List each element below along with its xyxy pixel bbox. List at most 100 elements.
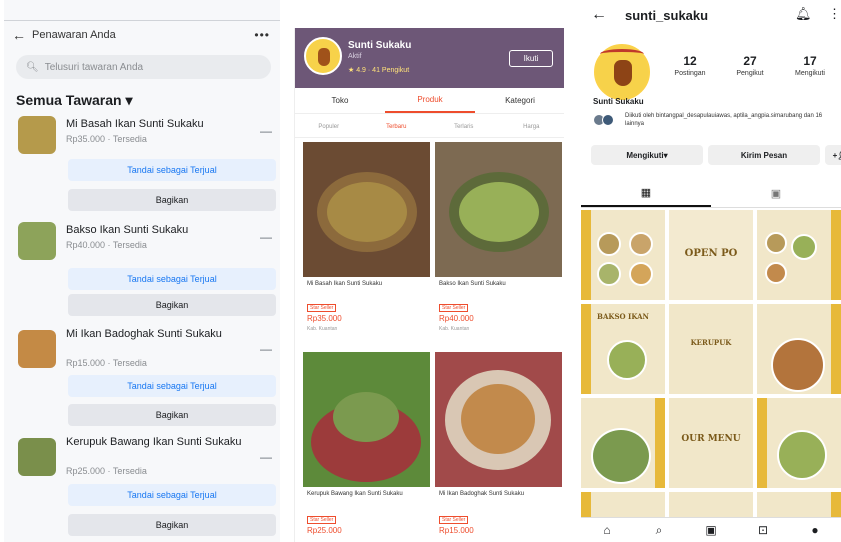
shop-tabs: Toko Produk Kategori: [295, 88, 564, 114]
post-tile[interactable]: BAKSO IKAN: [581, 304, 665, 394]
tab-shop[interactable]: Toko: [295, 88, 385, 113]
back-arrow-icon[interactable]: ←: [12, 27, 26, 43]
shop-rating: ★ 4.9 · 41 Pengikut: [348, 67, 410, 74]
instagram-panel: ← sunti_sukaku 🔔︎ ⋮ 12 Postingan 27 Peng…: [581, 0, 841, 542]
post-tile[interactable]: [581, 210, 665, 300]
sort-bar: Populer Terbaru Terlaris Harga: [295, 116, 564, 138]
product-image: [435, 142, 562, 277]
add-person-button[interactable]: +👤︎: [825, 145, 841, 165]
search-input[interactable]: 🔍︎ Telusuri tawaran Anda: [16, 55, 271, 79]
followers-count[interactable]: 27 Pengikut: [720, 54, 780, 77]
follow-button[interactable]: Ikuti: [509, 50, 553, 67]
listing-subtitle: Rp40.000 · Tersedia: [66, 240, 147, 250]
product-image: [435, 352, 562, 487]
bottom-nav: ⌂ ⌕ ▣ ⊡ ●: [581, 517, 841, 542]
product-location: Kab. Kuantan: [439, 326, 470, 332]
post-tile[interactable]: [757, 398, 841, 488]
home-icon[interactable]: ⌂: [581, 518, 633, 542]
sort-bestselling[interactable]: Terlaris: [430, 116, 498, 137]
tagged-icon[interactable]: ▣: [711, 180, 841, 207]
sort-price[interactable]: Harga: [498, 116, 565, 137]
post-tile[interactable]: OPEN PO: [669, 210, 753, 300]
page-title: Penawaran Anda: [32, 29, 116, 41]
share-button[interactable]: Bagikan: [68, 189, 276, 211]
search-icon: 🔍︎: [26, 61, 39, 73]
avatar[interactable]: [594, 44, 650, 100]
tab-products[interactable]: Produk: [385, 88, 475, 113]
product-price: Rp25.000: [307, 526, 342, 535]
product-image: [303, 352, 430, 487]
mutual-avatars: [593, 112, 621, 128]
mark-sold-button[interactable]: Tandai sebagai Terjual: [68, 484, 276, 506]
listing-thumbnail: [18, 116, 56, 154]
following-button[interactable]: Mengikuti ▾: [591, 145, 703, 165]
product-name: Mi Basah Ikan Sunti Sukaku: [307, 281, 383, 287]
mark-sold-button[interactable]: Tandai sebagai Terjual: [68, 375, 276, 397]
sort-latest[interactable]: Terbaru: [363, 116, 431, 137]
post-caption: OUR MENU: [681, 434, 741, 444]
product-card[interactable]: Kerupuk Bawang Ikan Sunti Sukaku Star Se…: [303, 352, 430, 542]
listing-thumbnail: [18, 222, 56, 260]
marketplace-header: ← Penawaran Anda •••: [4, 22, 280, 48]
listing-thumbnail: [18, 330, 56, 368]
post-caption: KERUPUK: [690, 338, 732, 347]
mark-sold-button[interactable]: Tandai sebagai Terjual: [68, 268, 276, 290]
following-count[interactable]: 17 Mengikuti: [780, 54, 840, 77]
share-button[interactable]: Bagikan: [68, 514, 276, 536]
post-caption: BAKSO IKAN: [597, 312, 649, 321]
marketplace-panel: ← Penawaran Anda ••• 🔍︎ Telusuri tawaran…: [4, 0, 280, 542]
display-name: Sunti Sukaku: [593, 97, 644, 106]
sort-popular[interactable]: Populer: [295, 116, 363, 137]
post-tile[interactable]: [581, 398, 665, 488]
listing-more-icon[interactable]: —: [260, 450, 272, 464]
post-tile[interactable]: [581, 492, 665, 517]
profile-nav: ← sunti_sukaku 🔔︎ ⋮: [581, 0, 841, 34]
more-options-icon[interactable]: ⋮: [828, 6, 841, 22]
product-price: Rp15.000: [439, 526, 474, 535]
search-placeholder: Telusuri tawaran Anda: [44, 61, 144, 73]
followed-by[interactable]: Diikuti oleh bintangpal_desapulauiawas, …: [593, 112, 833, 128]
search-icon[interactable]: ⌕: [633, 518, 685, 542]
share-button[interactable]: Bagikan: [68, 294, 276, 316]
product-card[interactable]: Mi Ikan Badoghak Sunti Sukaku Star Selle…: [435, 352, 562, 542]
posts-count[interactable]: 12 Postingan: [660, 54, 720, 77]
post-tile[interactable]: [757, 492, 841, 517]
seller-badge: Star Seller: [439, 516, 469, 524]
profile-avatar-icon[interactable]: ●: [789, 518, 841, 542]
reels-icon[interactable]: ▣: [685, 518, 737, 542]
share-button[interactable]: Bagikan: [68, 404, 276, 426]
section-title[interactable]: Semua Tawaran ▾: [16, 92, 132, 109]
post-tile[interactable]: KERUPUK: [669, 304, 753, 394]
listing-subtitle: Rp15.000 · Tersedia: [66, 358, 147, 368]
listing-more-icon[interactable]: —: [260, 124, 272, 138]
back-arrow-icon[interactable]: ←: [591, 6, 607, 24]
followed-by-text: Diikuti oleh bintangpal_desapulauiawas, …: [625, 113, 823, 127]
product-price: Rp40.000: [439, 314, 474, 323]
more-options-icon[interactable]: •••: [254, 28, 270, 42]
mark-sold-button[interactable]: Tandai sebagai Terjual: [68, 159, 276, 181]
shop-panel: Sunti Sukaku Aktif ★ 4.9 · 41 Pengikut I…: [294, 28, 564, 542]
message-button[interactable]: Kirim Pesan: [708, 145, 820, 165]
tab-categories[interactable]: Kategori: [475, 88, 564, 113]
listing-more-icon[interactable]: —: [260, 230, 272, 244]
listing-title: Mi Basah Ikan Sunti Sukaku: [66, 118, 204, 130]
product-location: Kab. Kuantan: [307, 326, 338, 332]
grid-icon[interactable]: ▦: [581, 180, 711, 207]
shop-icon[interactable]: ⊡: [737, 518, 789, 542]
post-tile[interactable]: OUR MENU: [669, 398, 753, 488]
post-tile[interactable]: [669, 492, 753, 517]
post-tile[interactable]: [757, 304, 841, 394]
listing-thumbnail: [18, 438, 56, 476]
product-image: [303, 142, 430, 277]
bell-icon[interactable]: 🔔︎: [795, 6, 812, 22]
product-card[interactable]: Bakso Ikan Sunti Sukaku Star Seller Rp40…: [435, 142, 562, 352]
shop-name: Sunti Sukaku: [348, 40, 412, 51]
shop-header: Sunti Sukaku Aktif ★ 4.9 · 41 Pengikut I…: [295, 28, 564, 88]
post-caption: OPEN PO: [684, 248, 738, 259]
post-tile[interactable]: [757, 210, 841, 300]
product-price: Rp35.000: [307, 314, 342, 323]
product-card[interactable]: Mi Basah Ikan Sunti Sukaku Star Seller R…: [303, 142, 430, 352]
listing-more-icon[interactable]: —: [260, 342, 272, 356]
listing-subtitle: Rp35.000 · Tersedia: [66, 134, 147, 144]
shop-logo[interactable]: [304, 37, 342, 75]
